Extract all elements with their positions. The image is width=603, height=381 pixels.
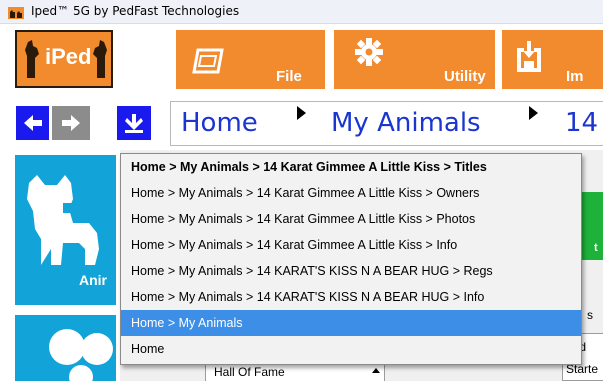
bulldog-icon [23,169,103,274]
paw-icon [45,323,115,381]
arrow-right-icon [60,113,82,138]
screen-icon [192,48,224,79]
animals-tile-label: Anir [79,272,107,288]
title-bar: Iped™ 5G by PedFast Technologies [0,0,603,24]
ribbon-tile-label: Im [566,68,584,85]
breadcrumb-separator-icon[interactable] [297,106,306,120]
paw-tile[interactable] [15,315,116,381]
dropdown-item[interactable]: Home > My Animals > 14 KARAT'S KISS N A … [121,258,581,284]
arrow-left-icon [22,113,44,138]
dropdown-item[interactable]: Home > My Animals > 14 KARAT'S KISS N A … [121,284,581,310]
dropdown-item[interactable]: Home > My Animals > 14 Karat Gimmee A Li… [121,154,581,180]
dropdown-item[interactable]: Home > My Animals > 14 Karat Gimmee A Li… [121,232,581,258]
breadcrumb-separator-icon[interactable] [529,106,538,120]
side-letter: s [587,308,593,322]
dog-silhouette-icon [23,38,43,85]
forward-button[interactable] [52,106,90,140]
history-dropdown: Home > My Animals > 14 Karat Gimmee A Li… [120,153,582,365]
breadcrumb-item-home[interactable]: Home [181,108,258,138]
dropdown-item[interactable]: Home > My Animals > 14 Karat Gimmee A Li… [121,180,581,206]
ribbon-tile-file[interactable]: File [176,30,325,89]
history-dropdown-button[interactable] [117,106,151,140]
green-tile-letter: t [594,242,598,254]
ribbon-tile-import[interactable]: Im [502,30,603,89]
ribbon-tile-utility[interactable]: Utility [334,30,495,89]
app-window: Iped™ 5G by PedFast Technologies iPed Fi… [0,0,603,381]
import-icon [514,40,544,79]
breadcrumb-item-animal[interactable]: 14 [565,108,598,138]
back-button[interactable] [16,106,49,140]
app-dogs-icon [8,6,24,19]
ribbon-tile-label: File [276,68,302,85]
breadcrumb: Home My Animals 14 [170,101,603,146]
arrow-down-icon [124,112,144,139]
left-panel: Anir [15,155,116,381]
hall-of-fame-label: Hall Of Fame [214,365,285,379]
ribbon-tile-label: Utility [444,68,486,85]
window-title: Iped™ 5G by PedFast Technologies [31,4,240,18]
logo-text: iPed [45,44,92,69]
scroll-up-icon[interactable] [372,368,380,373]
ipred-logo-tile[interactable]: iPed [15,30,113,88]
breadcrumb-item-my-animals[interactable]: My Animals [331,108,481,138]
green-action-tile[interactable]: t [580,192,603,260]
dropdown-item[interactable]: Home > My Animals > 14 Karat Gimmee A Li… [121,206,581,232]
animals-tile[interactable]: Anir [15,155,116,305]
dog-silhouette-icon [89,38,111,85]
dropdown-item-selected[interactable]: Home > My Animals [121,310,581,336]
gear-icon [354,37,384,72]
dropdown-item[interactable]: Home [121,336,581,362]
